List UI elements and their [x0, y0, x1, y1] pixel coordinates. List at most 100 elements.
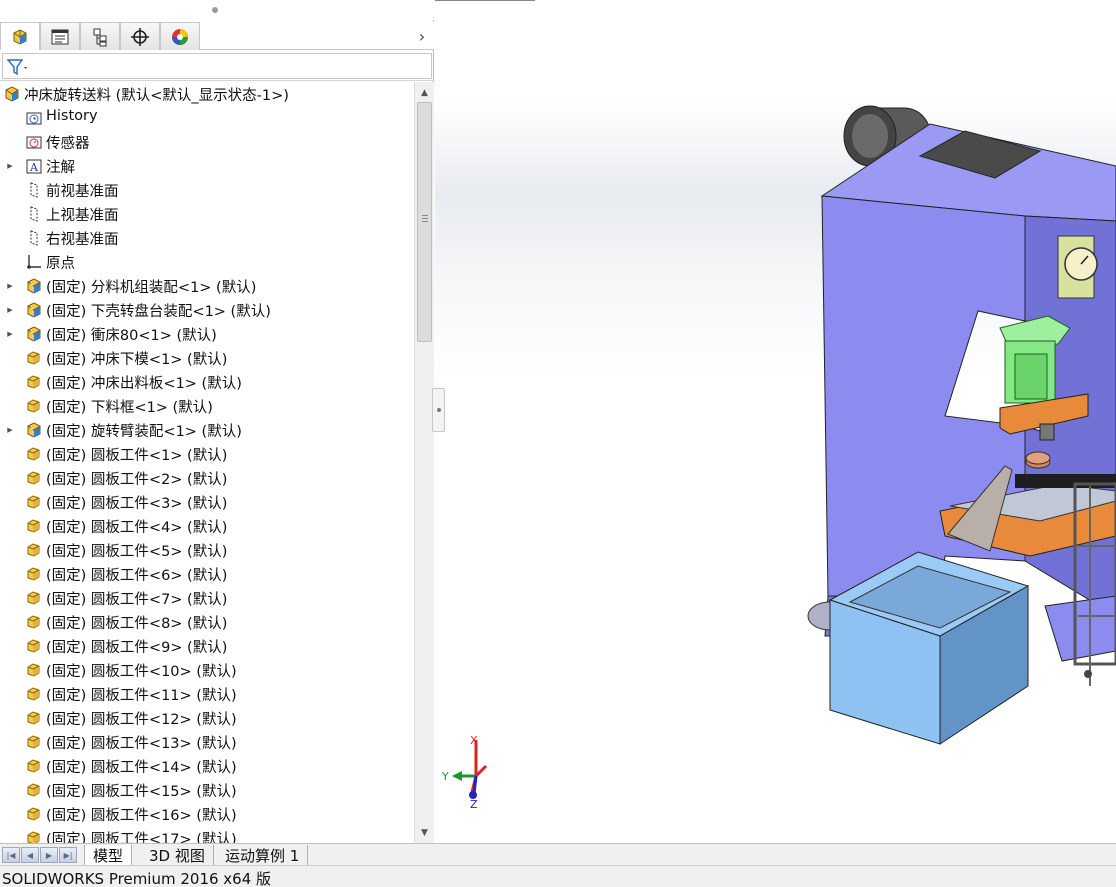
tree-node[interactable]: (固定) 圆板工件<3> (默认) — [0, 490, 414, 514]
status-bar: SOLIDWORKS Premium 2016 x64 版 — [0, 865, 1116, 887]
expand-arrow-icon[interactable]: ▶ — [5, 425, 15, 435]
tree-node[interactable]: (固定) 圆板工件<5> (默认) — [0, 538, 414, 562]
feature-manager-panel: › 冲床旋转送料 (默认<默认_显示状态-1>) History 传感器 ▶ A 注解 前视… — [0, 0, 434, 843]
triad-x-label: X — [470, 734, 478, 747]
pressure-gauge-part[interactable] — [1057, 235, 1098, 299]
tree-node[interactable]: (固定) 圆板工件<17> (默认) — [0, 826, 414, 843]
tree-node[interactable]: 右视基准面 — [0, 226, 414, 250]
tree-node-label: (固定) 圆板工件<1> (默认) — [46, 448, 228, 464]
propertymanager-tab[interactable] — [40, 22, 80, 50]
tree-node[interactable]: 冲床旋转送料 (默认<默认_显示状态-1>) — [0, 82, 414, 106]
tree-node[interactable]: 上视基准面 — [0, 202, 414, 226]
filter-icon[interactable] — [7, 58, 31, 76]
first-tab-arrow-icon[interactable]: |◀ — [2, 847, 20, 863]
part-icon — [24, 780, 44, 800]
punch-tool[interactable] — [1039, 423, 1055, 441]
tree-node[interactable]: (固定) 圆板工件<6> (默认) — [0, 562, 414, 586]
part-icon — [24, 588, 44, 608]
tree-node-label: (固定) 下料框<1> (默认) — [46, 400, 213, 416]
tree-node[interactable]: 前视基准面 — [0, 178, 414, 202]
tree-node[interactable]: ▶ A 注解 — [0, 154, 414, 178]
tree-node[interactable]: (固定) 圆板工件<13> (默认) — [0, 730, 414, 754]
expand-arrow-icon[interactable]: ▶ — [5, 161, 15, 171]
panel-collapse-handle[interactable] — [432, 388, 445, 432]
tree-node-label: 传感器 — [46, 136, 90, 152]
chevron-right-icon[interactable]: › — [414, 26, 430, 46]
expand-arrow-icon[interactable]: ▶ — [5, 305, 15, 315]
tree-node[interactable]: ▶ (固定) 旋转臂装配<1> (默认) — [0, 418, 414, 442]
expand-arrow-icon[interactable]: ▶ — [5, 329, 15, 339]
subassembly-icon — [24, 420, 44, 440]
tree-node[interactable]: 传感器 — [0, 130, 414, 154]
tree-node-label: (固定) 衝床80<1> (默认) — [46, 328, 217, 344]
tree-node[interactable]: (固定) 圆板工件<2> (默认) — [0, 466, 414, 490]
last-tab-arrow-icon[interactable]: ▶| — [59, 847, 77, 863]
tree-node-label: (固定) 圆板工件<15> (默认) — [46, 784, 237, 800]
panel-splitter-top[interactable] — [0, 0, 434, 20]
sensor-folder-icon — [24, 132, 44, 152]
tree-node-label: 原点 — [46, 256, 75, 272]
part-tree-icon — [13, 28, 27, 45]
dimxpertmanager-tab[interactable] — [120, 22, 160, 50]
tab-3d-view[interactable]: 3D 视图 — [141, 845, 214, 865]
tree-node[interactable]: (固定) 圆板工件<10> (默认) — [0, 658, 414, 682]
part-icon — [24, 828, 44, 843]
scroll-down-arrow-icon[interactable]: ▼ — [416, 824, 433, 841]
crosshair-icon — [131, 27, 149, 46]
tree-node-label: (固定) 圆板工件<14> (默认) — [46, 760, 237, 776]
featuremanager-tab[interactable] — [0, 22, 40, 50]
tree-scrollbar[interactable]: ▲ ▼ — [414, 82, 434, 843]
tree-node-label: (固定) 圆板工件<13> (默认) — [46, 736, 237, 752]
scroll-thumb[interactable] — [417, 102, 432, 342]
configurationmanager-tab[interactable] — [80, 22, 120, 50]
prev-tab-arrow-icon[interactable]: ◀ — [21, 847, 39, 863]
tree-node[interactable]: ▶ (固定) 下壳转盘台装配<1> (默认) — [0, 298, 414, 322]
history-folder-icon — [24, 108, 44, 128]
tab-motion-study[interactable]: 运动算例 1 — [217, 845, 309, 865]
tree-node[interactable]: History — [0, 106, 414, 130]
tree-node[interactable]: (固定) 冲床出料板<1> (默认) — [0, 370, 414, 394]
tree-node[interactable]: ▶ (固定) 分料机组装配<1> (默认) — [0, 274, 414, 298]
tree-node[interactable]: (固定) 圆板工件<11> (默认) — [0, 682, 414, 706]
part-icon — [24, 396, 44, 416]
expand-arrow-icon[interactable]: ▶ — [5, 281, 15, 291]
appearance-sphere-icon — [172, 28, 188, 45]
next-tab-arrow-icon[interactable]: ▶ — [40, 847, 58, 863]
tab-model[interactable]: 模型 — [84, 845, 133, 865]
tree-node[interactable]: (固定) 冲床下模<1> (默认) — [0, 346, 414, 370]
part-icon — [24, 540, 44, 560]
tree-node[interactable]: (固定) 圆板工件<16> (默认) — [0, 802, 414, 826]
tree-node-label: (固定) 圆板工件<4> (默认) — [46, 520, 228, 536]
tree-node-label: (固定) 圆板工件<10> (默认) — [46, 664, 237, 680]
svg-text:A: A — [29, 161, 39, 174]
tree-node[interactable]: (固定) 圆板工件<8> (默认) — [0, 610, 414, 634]
tree-node[interactable]: ▶ (固定) 衝床80<1> (默认) — [0, 322, 414, 346]
tree-node[interactable]: (固定) 圆板工件<7> (默认) — [0, 586, 414, 610]
tree-node[interactable]: (固定) 圆板工件<14> (默认) — [0, 754, 414, 778]
part-icon — [24, 804, 44, 824]
tree-filter-input[interactable] — [2, 53, 432, 79]
part-icon — [24, 348, 44, 368]
tree-node[interactable]: (固定) 圆板工件<12> (默认) — [0, 706, 414, 730]
part-icon — [24, 708, 44, 728]
tree-node[interactable]: (固定) 下料框<1> (默认) — [0, 394, 414, 418]
tree-node-label: (固定) 圆板工件<6> (默认) — [46, 568, 228, 584]
part-icon — [24, 684, 44, 704]
tree-node-label: (固定) 圆板工件<12> (默认) — [46, 712, 237, 728]
plane-icon — [24, 228, 44, 248]
punch-press-model[interactable] — [800, 96, 1116, 746]
tree-node[interactable]: (固定) 圆板工件<4> (默认) — [0, 514, 414, 538]
tree-node[interactable]: (固定) 圆板工件<1> (默认) — [0, 442, 414, 466]
tree-filter-bar — [0, 51, 434, 81]
triad-y-label: Y — [441, 770, 449, 783]
part-icon — [24, 636, 44, 656]
tree-node[interactable]: 原点 — [0, 250, 414, 274]
scroll-up-arrow-icon[interactable]: ▲ — [416, 84, 433, 101]
tree-node[interactable]: (固定) 圆板工件<15> (默认) — [0, 778, 414, 802]
plane-icon — [24, 180, 44, 200]
tree-node[interactable]: (固定) 圆板工件<9> (默认) — [0, 634, 414, 658]
triad-z-label: Z — [470, 798, 478, 811]
displaymanager-tab[interactable] — [160, 22, 200, 50]
tree-node-label: 前视基准面 — [46, 184, 119, 200]
part-icon — [24, 732, 44, 752]
